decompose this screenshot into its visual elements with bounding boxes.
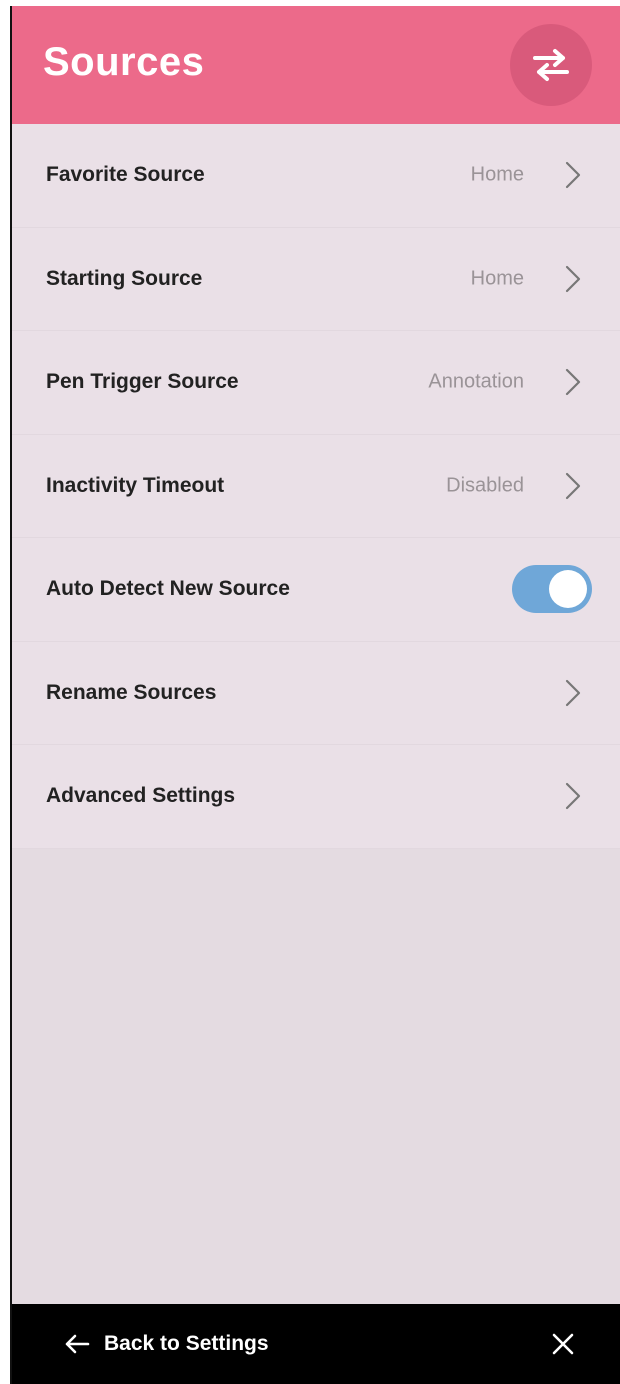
row-label: Advanced Settings [46,784,236,808]
row-label: Inactivity Timeout [46,473,225,497]
close-icon[interactable] [552,1333,574,1355]
arrow-left-icon [65,1334,90,1354]
back-label: Back to Settings [104,1332,269,1355]
row-label: Pen Trigger Source [46,370,239,394]
settings-list: Favorite Source Home Starting Source Hom… [12,124,620,849]
chevron-right-icon [565,472,581,499]
row-value: Home [470,163,524,186]
row-value: Annotation [428,370,524,393]
chevron-right-icon [565,162,581,189]
row-label: Favorite Source [46,163,205,187]
chevron-right-icon [565,265,581,292]
back-to-settings-button[interactable]: Back to Settings [64,1332,269,1356]
row-starting-source[interactable]: Starting Source Home [12,227,620,331]
row-pen-trigger-source[interactable]: Pen Trigger Source Annotation [12,331,620,435]
toggle-knob [549,570,587,609]
swap-source-button[interactable] [510,24,592,106]
row-auto-detect-new-source: Auto Detect New Source [12,538,620,642]
row-label: Auto Detect New Source [46,577,290,601]
auto-detect-toggle[interactable] [512,565,592,614]
chevron-right-icon [565,783,581,810]
page-title: Sources [43,40,205,84]
row-advanced-settings[interactable]: Advanced Settings [12,745,620,849]
row-rename-sources[interactable]: Rename Sources [12,641,620,745]
row-value: Home [470,267,524,290]
header: Sources [12,6,620,124]
app-frame: Sources Favorite Source Home Starting So… [0,0,620,1384]
swap-arrows-icon [533,49,569,81]
row-inactivity-timeout[interactable]: Inactivity Timeout Disabled [12,434,620,538]
chevron-right-icon [565,679,581,706]
sources-panel: Sources Favorite Source Home Starting So… [10,6,620,1384]
row-label: Rename Sources [46,680,217,704]
row-value: Disabled [446,474,524,497]
footer-bar: Back to Settings [12,1304,620,1384]
chevron-right-icon [565,369,581,396]
row-favorite-source[interactable]: Favorite Source Home [12,124,620,228]
row-label: Starting Source [46,266,203,290]
